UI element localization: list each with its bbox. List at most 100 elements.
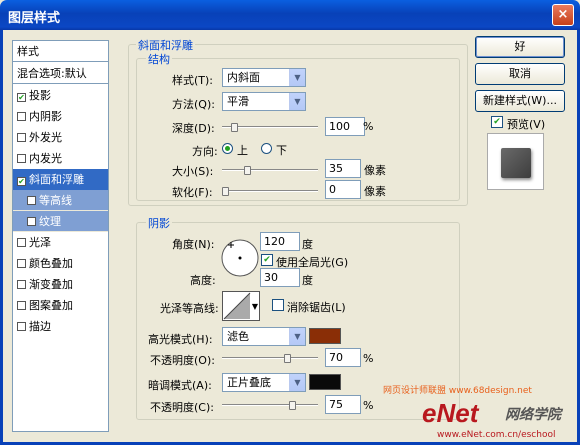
style-item-5[interactable]: 等高线	[13, 190, 108, 211]
anti-alias-checkbox[interactable]	[272, 299, 284, 311]
style-item-label: 渐变叠加	[29, 278, 73, 291]
highlight-mode-label: 高光模式(H):	[148, 333, 213, 346]
contour-icon	[223, 292, 251, 320]
direction-up-radio[interactable]	[222, 143, 233, 154]
shadow-opacity-unit: %	[363, 399, 374, 412]
style-value: 内斜面	[227, 71, 260, 84]
highlight-opacity-thumb[interactable]	[284, 354, 291, 363]
window-title: 图层样式	[8, 11, 61, 26]
angle-label: 角度(N):	[172, 238, 215, 251]
style-item-2[interactable]: 外发光	[13, 127, 108, 148]
chevron-down-icon: ▼	[289, 374, 305, 391]
cancel-button[interactable]: 取消	[475, 63, 565, 85]
checkbox-icon[interactable]	[17, 301, 26, 310]
technique-label: 方法(Q):	[172, 98, 215, 111]
soften-label: 软化(F):	[172, 186, 213, 199]
style-item-label: 描边	[29, 320, 51, 333]
anti-alias-label: 消除锯齿(L)	[287, 301, 346, 314]
direction-label: 方向:	[192, 145, 218, 158]
checkbox-icon[interactable]	[27, 217, 36, 226]
style-item-8[interactable]: 颜色叠加	[13, 253, 108, 274]
shadow-mode-dropdown[interactable]: 正片叠底 ▼	[222, 373, 306, 392]
shading-title: 阴影	[146, 215, 172, 231]
shadow-color-swatch[interactable]	[309, 374, 341, 390]
size-slider[interactable]	[222, 166, 318, 175]
highlight-mode-dropdown[interactable]: 滤色 ▼	[222, 327, 306, 346]
checkbox-icon[interactable]	[17, 259, 26, 268]
highlight-opacity-slider[interactable]	[222, 354, 318, 363]
depth-slider[interactable]	[222, 123, 318, 132]
chevron-down-icon: ▼	[289, 328, 305, 345]
preview-square	[501, 148, 531, 178]
style-item-label: 图案叠加	[29, 299, 73, 312]
checkbox-icon[interactable]	[17, 238, 26, 247]
close-button[interactable]: ×	[552, 4, 574, 26]
shadow-opacity-slider[interactable]	[222, 401, 318, 410]
highlight-opacity-unit: %	[363, 352, 374, 365]
depth-input[interactable]: 100	[325, 117, 365, 136]
chevron-down-icon: ▼	[251, 302, 258, 311]
style-item-label: 外发光	[29, 131, 62, 144]
style-item-9[interactable]: 渐变叠加	[13, 274, 108, 295]
shadow-opacity-thumb[interactable]	[289, 401, 296, 410]
altitude-input[interactable]: 30	[260, 268, 300, 287]
technique-dropdown[interactable]: 平滑 ▼	[222, 92, 306, 111]
style-item-4[interactable]: ✔ 斜面和浮雕	[13, 169, 108, 190]
style-item-6[interactable]: 纹理	[13, 211, 108, 232]
direction-up-label: 上	[237, 144, 248, 157]
soften-input[interactable]: 0	[325, 180, 361, 199]
technique-value: 平滑	[227, 95, 249, 108]
size-slider-thumb[interactable]	[244, 166, 251, 175]
style-item-0[interactable]: ✔ 投影	[13, 85, 108, 106]
highlight-opacity-label: 不透明度(O):	[150, 354, 215, 367]
styles-list: 样式 混合选项:默认 ✔ 投影 内阴影 外发光 内发光 ✔ 斜面和浮雕 等高线 纹理 光泽 颜色叠加…	[12, 40, 109, 432]
watermark-logo: eNet	[422, 398, 479, 428]
shadow-opacity-input[interactable]: 75	[325, 395, 361, 414]
ok-button[interactable]: 好	[475, 36, 565, 58]
style-item-11[interactable]: 描边	[13, 316, 108, 337]
checkbox-checked-icon[interactable]: ✔	[17, 177, 26, 186]
style-dropdown[interactable]: 内斜面 ▼	[222, 68, 306, 87]
size-unit: 像素	[364, 164, 386, 177]
size-label: 大小(S):	[172, 165, 214, 178]
global-light-checkbox[interactable]: ✔	[261, 254, 273, 266]
chevron-down-icon: ▼	[289, 93, 305, 110]
blend-options-item[interactable]: 混合选项:默认	[13, 63, 108, 84]
highlight-opacity-input[interactable]: 70	[325, 348, 361, 367]
style-label: 样式(T):	[172, 74, 214, 87]
shadow-opacity-label: 不透明度(C):	[150, 401, 214, 414]
checkbox-icon[interactable]	[17, 154, 26, 163]
direction-down-label: 下	[276, 144, 287, 157]
angle-unit: 度	[302, 238, 313, 251]
angle-dial[interactable]	[220, 238, 260, 278]
structure-title: 结构	[146, 51, 172, 67]
watermark-line1: 网页设计师联盟 www.68design.net	[383, 386, 532, 396]
checkbox-icon[interactable]	[17, 322, 26, 331]
checkbox-icon[interactable]	[17, 133, 26, 142]
checkbox-checked-icon[interactable]: ✔	[17, 93, 26, 102]
style-item-10[interactable]: 图案叠加	[13, 295, 108, 316]
angle-input[interactable]: 120	[260, 232, 300, 251]
style-item-3[interactable]: 内发光	[13, 148, 108, 169]
soften-unit: 像素	[364, 185, 386, 198]
title-bar: 图层样式 ×	[0, 0, 580, 30]
soften-slider-thumb[interactable]	[222, 187, 229, 196]
styles-header[interactable]: 样式	[13, 41, 108, 62]
preview-checkbox[interactable]: ✔	[491, 116, 503, 128]
highlight-color-swatch[interactable]	[309, 328, 341, 344]
size-input[interactable]: 35	[325, 159, 361, 178]
style-item-1[interactable]: 内阴影	[13, 106, 108, 127]
style-item-7[interactable]: 光泽	[13, 232, 108, 253]
preview-label: 预览(V)	[507, 118, 546, 131]
checkbox-icon[interactable]	[17, 112, 26, 121]
new-style-button[interactable]: 新建样式(W)...	[475, 90, 565, 112]
altitude-unit: 度	[302, 274, 313, 287]
altitude-label: 高度:	[190, 274, 216, 287]
direction-down-radio[interactable]	[261, 143, 272, 154]
soften-slider[interactable]	[222, 187, 318, 196]
depth-slider-thumb[interactable]	[231, 123, 238, 132]
gloss-contour-picker[interactable]: ▼	[222, 291, 260, 321]
checkbox-icon[interactable]	[17, 280, 26, 289]
style-item-label: 投影	[29, 89, 51, 102]
checkbox-icon[interactable]	[27, 196, 36, 205]
